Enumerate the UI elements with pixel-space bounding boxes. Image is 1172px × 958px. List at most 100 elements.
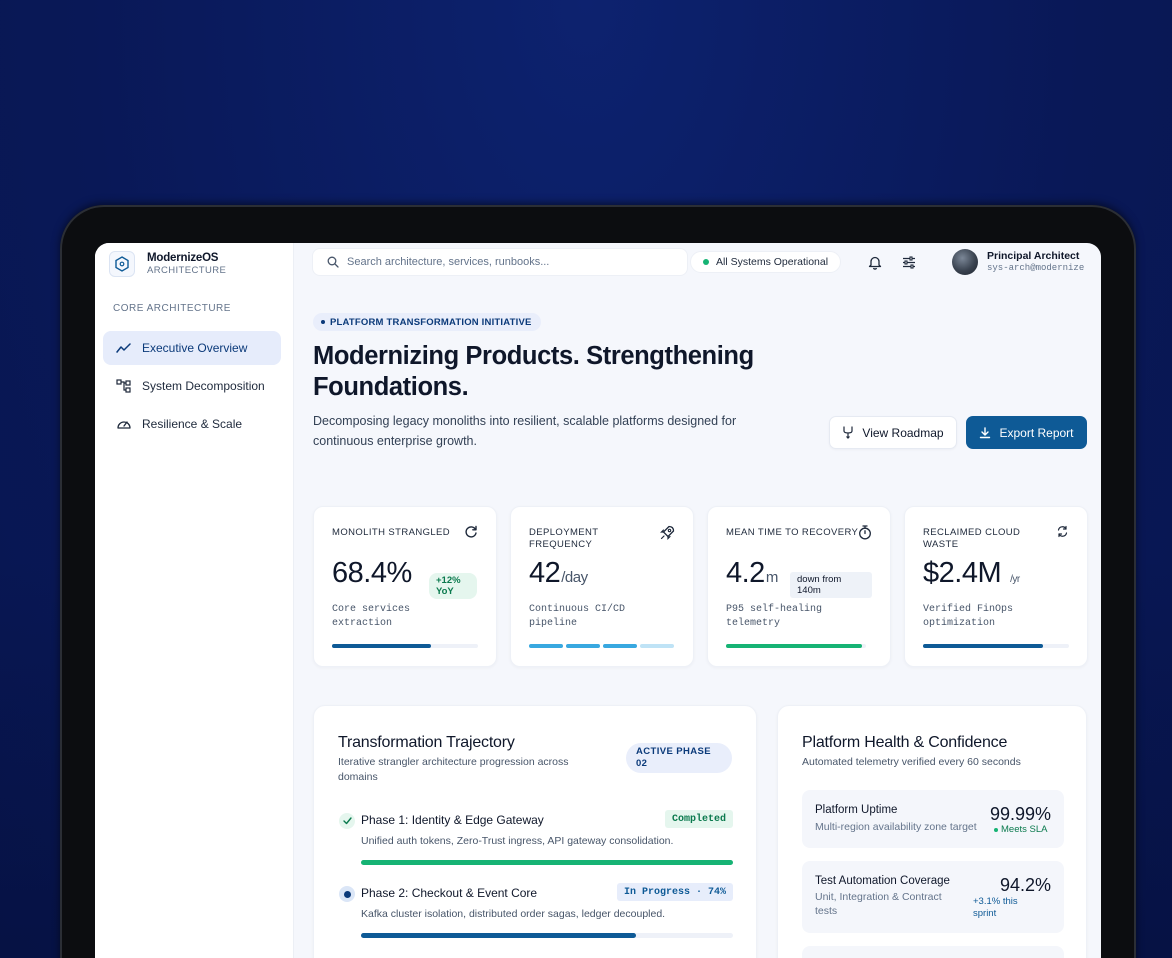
kpi-value-number: 42 bbox=[529, 557, 561, 589]
kpi-chip: +12% YoY bbox=[429, 573, 477, 599]
sidebar-item-label: Resilience & Scale bbox=[142, 417, 243, 431]
kpi-subtext: Core services extraction bbox=[332, 604, 411, 629]
sidebar-item-system-decomposition[interactable]: System Decomposition bbox=[103, 369, 281, 403]
phase-status-tag: Completed bbox=[664, 810, 733, 828]
phase-status-tag: In Progress · 74% bbox=[616, 883, 733, 901]
active-phase-badge: ACTIVE PHASE 02 bbox=[626, 743, 732, 773]
metric-name: Platform Uptime bbox=[815, 804, 898, 816]
kpi-label: DEPLOYMENT FREQUENCY bbox=[529, 527, 599, 550]
user-id: sys-arch@modernize bbox=[987, 263, 1085, 273]
check-icon bbox=[339, 813, 355, 829]
metric-name: Test Automation Coverage bbox=[815, 875, 950, 887]
view-roadmap-label: View Roadmap bbox=[862, 425, 944, 440]
kpi-value-number: $2.4M bbox=[923, 557, 1002, 589]
kpi-subtext: Continuous CI/CD pipeline bbox=[529, 604, 626, 629]
kpi-label: MEAN TIME TO RECOVERY bbox=[726, 527, 859, 538]
health-subtitle: Automated telemetry verified every 60 se… bbox=[802, 756, 1021, 768]
deployment-segment bbox=[566, 644, 600, 648]
kpi-label: RECLAIMED CLOUD WASTE bbox=[923, 527, 1021, 550]
export-report-button[interactable]: Export Report bbox=[966, 416, 1087, 449]
status-dot-icon bbox=[703, 259, 709, 265]
phase-title: Phase 1: Identity & Edge Gateway bbox=[361, 813, 544, 827]
metric-next[interactable] bbox=[802, 946, 1064, 958]
metric-test-coverage[interactable]: Test Automation Coverage Unit, Integrati… bbox=[802, 861, 1064, 933]
top-bar: All Systems Operational Principal Archit… bbox=[295, 243, 1101, 289]
phase-title: Phase 2: Checkout & Event Core bbox=[361, 886, 538, 900]
gauge-icon bbox=[117, 421, 131, 429]
phase-progress-fill bbox=[361, 860, 733, 865]
branch-icon bbox=[843, 426, 854, 439]
metric-value: 99.99% bbox=[989, 804, 1051, 824]
view-roadmap-button[interactable]: View Roadmap bbox=[829, 416, 957, 449]
status-dot-icon bbox=[994, 828, 998, 832]
kpi-value-number: 68.4% bbox=[332, 557, 412, 589]
download-icon bbox=[980, 426, 991, 438]
kpi-card-mttr[interactable]: MEAN TIME TO RECOVERY 4.2 m down from 140… bbox=[707, 506, 891, 667]
refresh-icon bbox=[464, 525, 478, 544]
phase-progress-track bbox=[361, 933, 733, 938]
sidebar-item-resilience-scale[interactable]: Resilience & Scale bbox=[103, 407, 281, 441]
health-panel: Platform Health & Confidence Automated t… bbox=[777, 705, 1087, 958]
kpi-value: 68.4% bbox=[332, 557, 412, 590]
status-label: All Systems Operational bbox=[716, 256, 829, 268]
trajectory-title: Transformation Trajectory bbox=[338, 734, 515, 751]
kpi-subtext: P95 self-healing telemetry bbox=[726, 604, 823, 629]
kpi-value: 42/day bbox=[529, 557, 588, 590]
metric-note-text: Meets SLA bbox=[1001, 824, 1048, 835]
kpi-unit: m bbox=[765, 569, 779, 586]
metric-value: 94.2% bbox=[999, 875, 1051, 895]
kpi-progress-fill bbox=[332, 644, 432, 648]
page-description: Decomposing legacy monoliths into resili… bbox=[313, 414, 737, 448]
export-report-label: Export Report bbox=[999, 425, 1074, 440]
kpi-subtext: Verified FinOps optimization bbox=[923, 604, 1014, 629]
system-status-badge[interactable]: All Systems Operational bbox=[690, 251, 842, 273]
brand[interactable]: ModernizeOS ARCHITECTURE bbox=[109, 251, 226, 277]
badge-dot-icon bbox=[321, 320, 325, 324]
trajectory-panel: Transformation Trajectory Iterative stra… bbox=[313, 705, 757, 958]
sidebar-item-label: System Decomposition bbox=[142, 379, 265, 393]
brand-subtitle: ARCHITECTURE bbox=[147, 265, 227, 276]
kpi-label: MONOLITH STRANGLED bbox=[332, 527, 451, 538]
metric-note: +3.1% this sprint bbox=[973, 896, 1018, 919]
kpi-progress-track bbox=[923, 644, 1069, 648]
search-bar[interactable] bbox=[312, 248, 688, 276]
notifications-button[interactable] bbox=[865, 252, 885, 272]
kpi-value-number: 4.2 bbox=[726, 557, 765, 589]
kpi-unit: /yr bbox=[1010, 574, 1020, 585]
avatar[interactable] bbox=[952, 249, 978, 275]
hexagon-logo-icon bbox=[109, 251, 135, 277]
phase-progress-fill bbox=[361, 933, 637, 938]
kpi-progress-track bbox=[726, 644, 866, 648]
kpi-card-cloud-waste[interactable]: RECLAIMED CLOUD WASTE $2.4M/yr Verified … bbox=[904, 506, 1088, 667]
health-title: Platform Health & Confidence bbox=[802, 734, 1008, 751]
metric-note: Meets SLA bbox=[994, 824, 1047, 836]
deployment-segment bbox=[640, 644, 674, 648]
kpi-value: 4.2 m bbox=[726, 557, 778, 590]
recycle-icon bbox=[1056, 525, 1069, 543]
user-name: Principal Architect bbox=[987, 250, 1080, 262]
initiative-badge: PLATFORM TRANSFORMATION INITIATIVE bbox=[313, 313, 541, 331]
metric-description: Multi-region availability zone target bbox=[815, 821, 977, 833]
filters-button[interactable] bbox=[899, 252, 919, 272]
page-title: Modernizing Products. Strengthening Foun… bbox=[313, 342, 754, 401]
in-progress-dot-icon bbox=[339, 886, 355, 902]
deployment-segment bbox=[529, 644, 563, 648]
kpi-card-monolith[interactable]: MONOLITH STRANGLED 68.4% +12% YoY Core s… bbox=[313, 506, 497, 667]
stopwatch-icon bbox=[858, 525, 872, 545]
brand-name: ModernizeOS bbox=[147, 252, 219, 264]
kpi-chip: down from 140m bbox=[790, 572, 872, 598]
trend-icon bbox=[116, 343, 131, 353]
sidebar-item-executive-overview[interactable]: Executive Overview bbox=[103, 331, 281, 365]
sidebar: ModernizeOS ARCHITECTURE CORE ARCHITECTU… bbox=[95, 243, 294, 958]
kpi-value: $2.4M/yr bbox=[923, 557, 1020, 590]
rocket-icon bbox=[660, 525, 675, 545]
nav-heading: CORE ARCHITECTURE bbox=[113, 303, 231, 314]
metric-description: Unit, Integration & Contract tests bbox=[815, 891, 942, 917]
kpi-card-deployment[interactable]: DEPLOYMENT FREQUENCY 42/day Continuous C… bbox=[510, 506, 694, 667]
search-icon bbox=[327, 256, 339, 268]
bell-icon bbox=[868, 256, 882, 270]
trajectory-subtitle: Iterative strangler architecture progres… bbox=[338, 756, 569, 783]
search-input[interactable] bbox=[347, 256, 667, 268]
deployment-segment bbox=[603, 644, 637, 648]
metric-uptime[interactable]: Platform Uptime Multi-region availabilit… bbox=[802, 790, 1064, 848]
